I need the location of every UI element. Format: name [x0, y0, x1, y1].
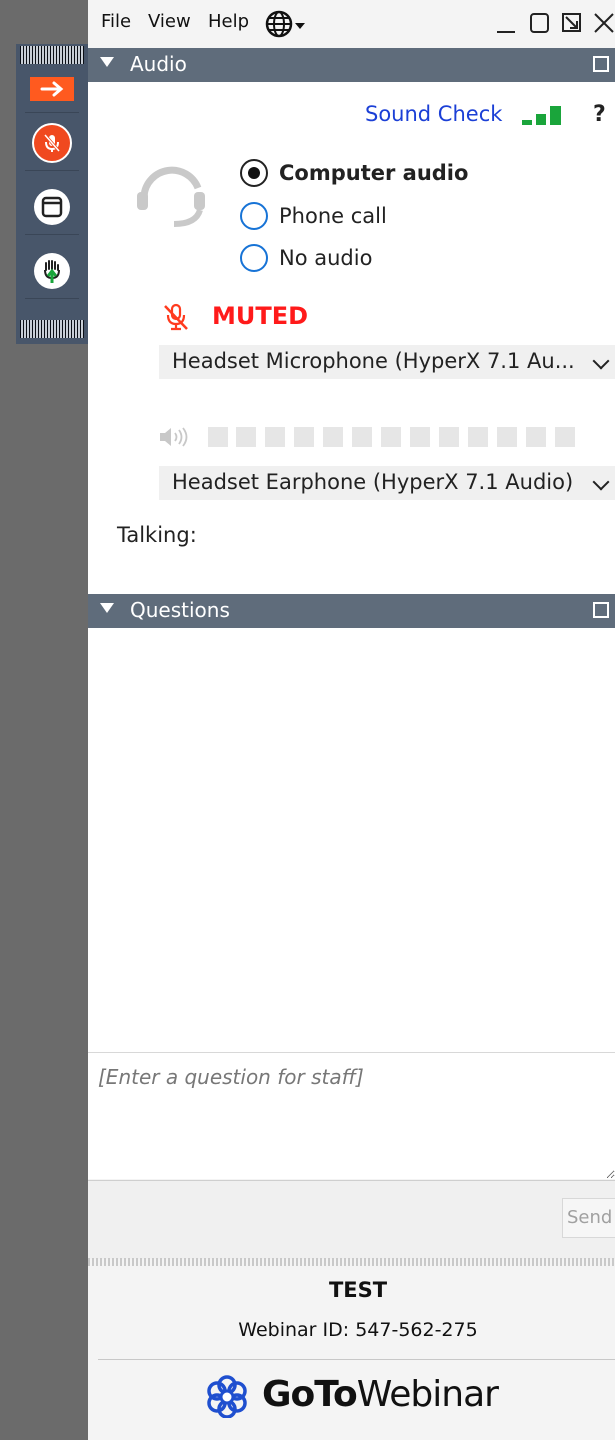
send-bar: Send — [88, 1180, 615, 1259]
level-segment — [410, 427, 430, 447]
control-panel: File View Help Audio Sound Check ? Compu… — [88, 0, 615, 1440]
raise-hand-button[interactable] — [25, 244, 79, 299]
menu-help[interactable]: Help — [208, 11, 249, 32]
microphone-select-value: Headset Microphone (HyperX 7.1 Au... — [172, 349, 575, 373]
talking-label: Talking: — [117, 523, 197, 547]
level-segment — [555, 427, 575, 447]
menu-view[interactable]: View — [148, 11, 191, 32]
show-panel-button[interactable] — [25, 180, 79, 235]
maximize-icon — [530, 13, 549, 33]
option-label: Computer audio — [279, 161, 469, 185]
speaker-select[interactable]: Headset Earphone (HyperX 7.1 Audio) — [159, 466, 615, 500]
window-icon — [34, 189, 70, 225]
menu-file[interactable]: File — [101, 11, 131, 32]
sound-check-link[interactable]: Sound Check — [365, 102, 502, 126]
audio-section-header[interactable]: Audio — [88, 48, 615, 82]
divider — [98, 1359, 615, 1360]
level-segment — [208, 427, 228, 447]
menu-bar: File View Help — [88, 0, 615, 48]
mute-toggle-button[interactable] — [25, 116, 79, 171]
maximize-button[interactable] — [529, 12, 551, 34]
collapse-arrow-icon — [30, 77, 74, 101]
question-input[interactable] — [88, 1053, 615, 1179]
option-label: No audio — [279, 246, 373, 270]
level-segment — [323, 427, 343, 447]
level-segment — [526, 427, 546, 447]
chevron-down-icon — [592, 473, 610, 491]
microphone-muted-icon[interactable] — [161, 302, 191, 332]
option-label: Phone call — [279, 204, 387, 228]
collapse-triangle-icon — [100, 57, 114, 67]
speaker-volume-icon — [158, 425, 192, 449]
minimize-icon — [497, 31, 515, 33]
level-segment — [468, 427, 488, 447]
toolbar-grip-bottom[interactable] — [20, 320, 84, 338]
level-segment — [352, 427, 372, 447]
radio-no-audio[interactable] — [240, 244, 268, 272]
microphone-select[interactable]: Headset Microphone (HyperX 7.1 Au... — [159, 345, 615, 379]
level-segment — [439, 427, 459, 447]
radio-computer-audio[interactable] — [240, 159, 268, 187]
level-segment — [236, 427, 256, 447]
collapse-toolbar-button[interactable] — [25, 66, 79, 113]
footer: TEST Webinar ID: 547-562-275 GoToWebinar — [88, 1266, 615, 1440]
headset-icon — [136, 158, 206, 228]
questions-section-header[interactable]: Questions — [88, 594, 615, 628]
speaker-select-value: Headset Earphone (HyperX 7.1 Audio) — [172, 470, 574, 494]
globe-icon — [265, 10, 305, 38]
logo-text-bold: GoTo — [262, 1374, 358, 1415]
microphone-muted-icon — [32, 123, 72, 163]
close-icon — [594, 13, 614, 33]
raise-hand-icon — [34, 253, 70, 289]
popout-button[interactable] — [561, 12, 583, 34]
questions-log — [88, 628, 615, 1052]
collapse-triangle-icon — [100, 603, 114, 613]
signal-level-icon — [522, 106, 572, 126]
logo-text-light: Webinar — [356, 1374, 499, 1415]
close-button[interactable] — [593, 12, 615, 34]
level-segment — [294, 427, 314, 447]
restore-icon — [562, 13, 581, 32]
chevron-down-icon — [592, 352, 610, 370]
toolbar-grip-top[interactable] — [20, 46, 84, 64]
popout-section-icon[interactable] — [593, 602, 609, 618]
minimize-button[interactable] — [495, 12, 517, 34]
event-title: TEST — [328, 1278, 388, 1302]
level-segment — [381, 427, 401, 447]
resize-handle[interactable] — [88, 1258, 615, 1266]
questions-section-title: Questions — [130, 598, 230, 622]
floating-toolbar — [16, 44, 88, 344]
help-button[interactable]: ? — [593, 102, 606, 127]
muted-status: MUTED — [212, 302, 309, 330]
level-segment — [265, 427, 285, 447]
radio-phone-call[interactable] — [240, 202, 268, 230]
audio-section-title: Audio — [130, 52, 187, 76]
language-menu[interactable] — [265, 10, 311, 38]
send-button[interactable]: Send — [562, 1198, 615, 1238]
flower-logo-icon — [207, 1375, 247, 1418]
level-segment — [497, 427, 517, 447]
popout-section-icon[interactable] — [593, 56, 609, 72]
webinar-id: Webinar ID: 547-562-275 — [238, 1319, 478, 1341]
background-strip — [0, 0, 16, 1440]
audio-section: Sound Check ? Computer audio Phone call — [88, 82, 615, 594]
